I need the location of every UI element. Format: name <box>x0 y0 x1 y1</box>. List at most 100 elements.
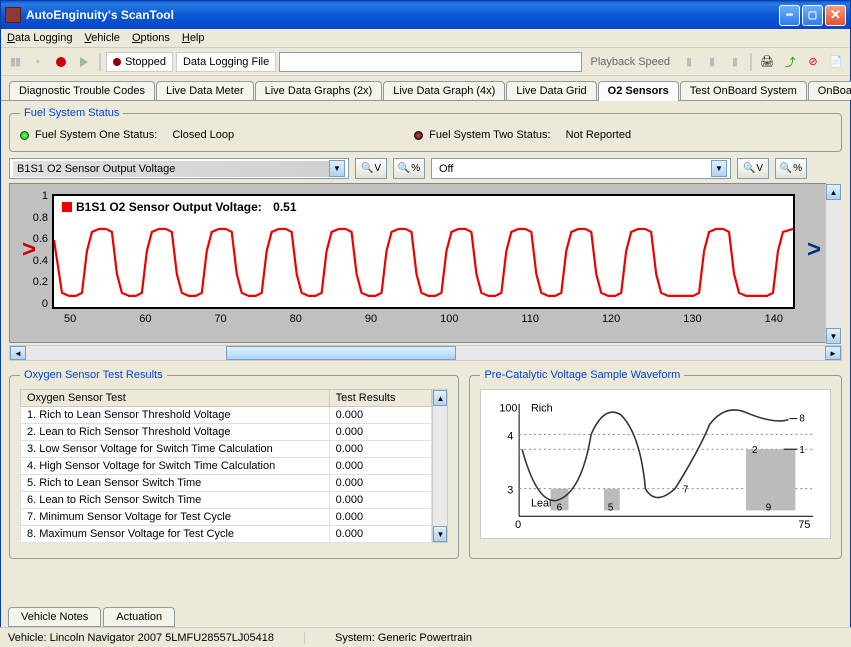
table-row[interactable]: 8. Maximum Sensor Voltage for Test Cycle… <box>21 526 432 543</box>
separator <box>750 53 752 71</box>
print-button[interactable]: 🖨 <box>757 52 777 72</box>
menu-bar: Data Logging Vehicle Options Help <box>1 29 850 48</box>
file-input[interactable] <box>279 52 581 72</box>
close-button[interactable]: ✕ <box>825 5 846 26</box>
test-result: 0.000 <box>329 475 432 492</box>
speed-fast-button[interactable]: ▮ <box>725 52 745 72</box>
graph-vscroll[interactable]: ▲ ▼ <box>825 184 841 344</box>
svg-text:3: 3 <box>508 485 514 497</box>
toolbar: ▮▮ ▪ Stopped Data Logging File Playback … <box>1 48 850 76</box>
play-button[interactable] <box>74 52 94 72</box>
test-name: 4. High Sensor Voltage for Switch Time C… <box>21 458 330 475</box>
led-green-icon <box>20 131 29 140</box>
test-name: 1. Rich to Lean Sensor Threshold Voltage <box>21 407 330 424</box>
left-sensor-select[interactable]: B1S1 O2 Sensor Output Voltage▼ <box>9 158 349 179</box>
playback-speed-label: Playback Speed <box>585 52 677 72</box>
right-sensor-select[interactable]: Off▼ <box>431 158 731 179</box>
tab-o2-sensors[interactable]: O2 Sensors <box>598 81 679 101</box>
svg-text:2: 2 <box>752 445 757 456</box>
tab-live-grid[interactable]: Live Data Grid <box>506 81 596 100</box>
chevron-down-icon[interactable]: ▼ <box>711 160 727 177</box>
tab-live-meter[interactable]: Live Data Meter <box>156 81 254 100</box>
svg-text:8: 8 <box>800 414 806 425</box>
zoom-pct-right[interactable]: 🔍% <box>775 158 807 179</box>
results-legend: Oxygen Sensor Test Results <box>20 369 167 381</box>
test-result: 0.000 <box>329 509 432 526</box>
scroll-down-icon[interactable]: ▼ <box>433 526 447 542</box>
status-system: System: Generic Powertrain <box>335 632 472 644</box>
menu-vehicle[interactable]: Vehicle <box>84 32 119 44</box>
svg-text:0: 0 <box>516 519 522 531</box>
tab-dtc[interactable]: Diagnostic Trouble Codes <box>9 81 155 100</box>
test-name: 3. Low Sensor Voltage for Switch Time Ca… <box>21 441 330 458</box>
settings-button[interactable]: 📄 <box>826 52 846 72</box>
tab-live-graphs-2x[interactable]: Live Data Graphs (2x) <box>255 81 383 100</box>
zoom-pct-left[interactable]: 🔍% <box>393 158 425 179</box>
test-name: 7. Minimum Sensor Voltage for Test Cycle <box>21 509 330 526</box>
table-row[interactable]: 5. Rich to Lean Sensor Switch Time0.000 <box>21 475 432 492</box>
fss-legend: Fuel System Status <box>20 107 123 119</box>
test-result: 0.000 <box>329 424 432 441</box>
scroll-up-icon[interactable]: ▲ <box>826 184 841 200</box>
tab-test-onboard[interactable]: Test OnBoard System <box>680 81 807 100</box>
pause-button[interactable]: ▮▮ <box>5 52 25 72</box>
graph-legend: B1S1 O2 Sensor Output Voltage: 0.51 <box>62 200 297 214</box>
table-row[interactable]: 7. Minimum Sensor Voltage for Test Cycle… <box>21 509 432 526</box>
fss-one-label: Fuel System One Status: <box>35 129 157 141</box>
recording-status: Stopped <box>106 52 173 72</box>
bottom-tabs: Vehicle Notes Actuation <box>8 607 177 627</box>
precat-chart: 100 4 3 Rich Lean 0 75 6 <box>480 389 831 539</box>
chevron-down-icon[interactable]: ▼ <box>329 160 345 177</box>
stop-button[interactable]: ▪ <box>28 52 48 72</box>
tab-live-graph-4x[interactable]: Live Data Graph (4x) <box>383 81 505 100</box>
graph-next-icon[interactable]: > <box>807 236 821 264</box>
scroll-up-icon[interactable]: ▲ <box>433 390 447 406</box>
tab-onboard-te[interactable]: OnBoard Te <box>808 81 851 100</box>
table-row[interactable]: 3. Low Sensor Voltage for Switch Time Ca… <box>21 441 432 458</box>
scroll-right-icon[interactable]: ► <box>825 346 841 360</box>
col-result[interactable]: Test Results <box>329 390 432 407</box>
record-button[interactable] <box>51 52 71 72</box>
fss-two-label: Fuel System Two Status: <box>429 129 550 141</box>
scroll-thumb[interactable] <box>226 346 456 360</box>
table-row[interactable]: 4. High Sensor Voltage for Switch Time C… <box>21 458 432 475</box>
minimize-button[interactable]: ━ <box>779 5 800 26</box>
scroll-left-icon[interactable]: ◄ <box>10 346 26 360</box>
table-row[interactable]: 1. Rich to Lean Sensor Threshold Voltage… <box>21 407 432 424</box>
cancel-icon[interactable]: ⊘ <box>803 52 823 72</box>
results-vscroll[interactable]: ▲ ▼ <box>432 389 448 543</box>
table-row[interactable]: 2. Lean to Rich Sensor Threshold Voltage… <box>21 424 432 441</box>
speed-slow-button[interactable]: ▮ <box>679 52 699 72</box>
tab-actuation[interactable]: Actuation <box>103 607 175 627</box>
zoom-v-left[interactable]: 🔍V <box>355 158 387 179</box>
menu-data-logging[interactable]: Data Logging <box>7 32 72 44</box>
table-row[interactable]: 6. Lean to Rich Sensor Switch Time0.000 <box>21 492 432 509</box>
graph-hscroll[interactable]: ◄ ► <box>9 345 842 361</box>
svg-text:75: 75 <box>799 519 811 531</box>
test-name: 6. Lean to Rich Sensor Switch Time <box>21 492 330 509</box>
svg-text:1: 1 <box>800 445 805 456</box>
zoom-v-right[interactable]: 🔍V <box>737 158 769 179</box>
col-test[interactable]: Oxygen Sensor Test <box>21 390 330 407</box>
x-axis-ticks: 5060708090100110120130140 <box>54 313 793 325</box>
o2-graph: B1S1 O2 Sensor Output Voltage: 0.51 10.8… <box>52 194 795 309</box>
precat-legend: Pre-Catalytic Voltage Sample Waveform <box>480 369 684 381</box>
menu-options[interactable]: Options <box>132 32 170 44</box>
fss-two-value: Not Reported <box>566 129 631 141</box>
test-name: 5. Rich to Lean Sensor Switch Time <box>21 475 330 492</box>
svg-text:6: 6 <box>557 502 563 513</box>
fuel-system-status-group: Fuel System Status Fuel System One Statu… <box>9 107 842 152</box>
status-vehicle: Vehicle: Lincoln Navigator 2007 5LMFU285… <box>8 632 305 644</box>
scroll-down-icon[interactable]: ▼ <box>826 328 841 344</box>
export-button[interactable]: ⤴ <box>780 52 800 72</box>
tab-vehicle-notes[interactable]: Vehicle Notes <box>8 607 101 627</box>
test-name: 8. Maximum Sensor Voltage for Test Cycle <box>21 526 330 543</box>
speed-med-button[interactable]: ▮ <box>702 52 722 72</box>
separator <box>99 53 101 71</box>
maximize-button[interactable]: ▢ <box>802 5 823 26</box>
status-bar: Vehicle: Lincoln Navigator 2007 5LMFU285… <box>0 627 851 647</box>
series-color-icon <box>62 202 72 212</box>
svg-text:7: 7 <box>683 485 688 496</box>
y-100: 100 <box>500 403 518 415</box>
menu-help[interactable]: Help <box>182 32 205 44</box>
